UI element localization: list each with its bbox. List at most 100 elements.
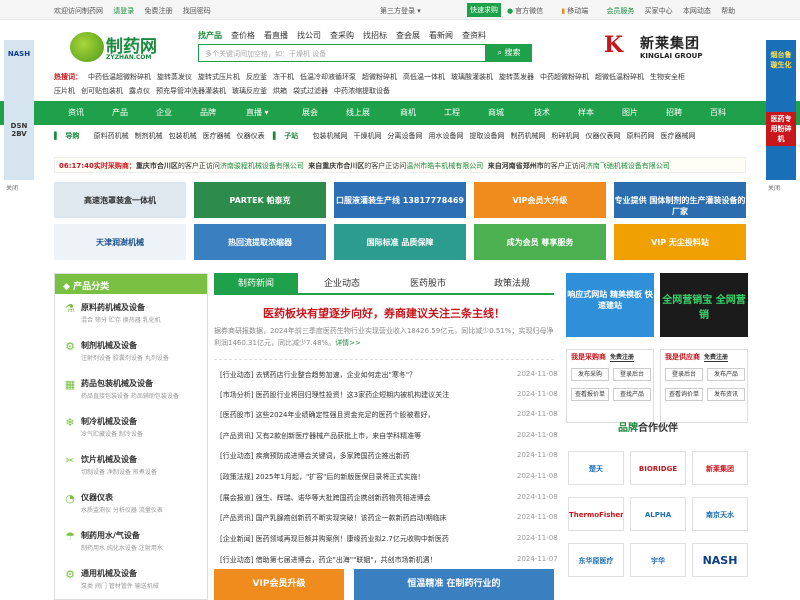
- tab-policy-news[interactable]: 政策法规: [470, 273, 554, 295]
- hot-keyword[interactable]: 超微低温粉碎机: [595, 73, 644, 81]
- site-logo[interactable]: 制药网 ZYZHAN.COM: [70, 32, 180, 72]
- view-quotes-button[interactable]: 查看报价单: [571, 388, 609, 401]
- third-party-login[interactable]: 第三方登录 ▾: [380, 6, 421, 16]
- search-tab[interactable]: 找产品: [198, 31, 222, 40]
- view-inquiries-button[interactable]: 查看询价单: [665, 388, 703, 401]
- ticker-company[interactable]: 济南骏程机械设备有限公司: [220, 162, 304, 170]
- hot-keyword[interactable]: 高低温一体机: [403, 73, 445, 81]
- responsive-site-ad[interactable]: 响应式网站 精美模板 快速建站: [566, 273, 654, 337]
- search-tab[interactable]: 看直播: [264, 31, 288, 40]
- hot-keyword[interactable]: 生物安全柜: [650, 73, 685, 81]
- nav-item[interactable]: 工程: [444, 107, 460, 118]
- publish-purchase-button[interactable]: 发布采购: [571, 368, 609, 381]
- nav-item[interactable]: 图片: [622, 107, 638, 118]
- partner-logo[interactable]: 南京天水: [692, 497, 748, 531]
- news-item[interactable]: [市场分析] 医药股行业将回归理性投资！这3家药企短期内被机构建议关注 2024-…: [220, 390, 558, 400]
- station-link[interactable]: 分离设备网: [387, 132, 422, 140]
- tab-pharma-news[interactable]: 制药新闻: [214, 273, 298, 295]
- station-link[interactable]: 粉碎机网: [551, 132, 579, 140]
- hot-keyword[interactable]: 中药超微粉碎机: [540, 73, 589, 81]
- partner-logo[interactable]: NASH: [692, 543, 748, 577]
- hot-keyword[interactable]: 中药低温超微粉碎机: [88, 73, 151, 81]
- mobile-link[interactable]: ▮ 移动端: [561, 7, 596, 15]
- quick-buy-button[interactable]: 快速求购: [467, 3, 501, 17]
- hot-keyword[interactable]: 烘箱: [273, 87, 287, 95]
- hot-keyword[interactable]: 旋转式压片机: [198, 73, 240, 81]
- guide-link[interactable]: 包装机械: [169, 132, 197, 140]
- hot-keyword[interactable]: 露点仪: [129, 87, 150, 95]
- station-link[interactable]: 干燥机网: [353, 132, 381, 140]
- nav-item[interactable]: 产品: [112, 107, 128, 118]
- news-more-link[interactable]: 详情>>: [335, 339, 361, 347]
- hot-keyword[interactable]: 玻璃酸灌装机: [451, 73, 493, 81]
- news-item[interactable]: [医药股市] 这些2024年业绩确定性强且资金充足的医药个股被看好， 2024-1…: [220, 410, 558, 420]
- search-tab[interactable]: 查资料: [462, 31, 486, 40]
- seller-login-button[interactable]: 登录后台: [665, 368, 703, 381]
- news-center-link[interactable]: 本网动态: [683, 7, 711, 15]
- seller-register-link[interactable]: 免费注册: [704, 354, 729, 362]
- kinglai-ad[interactable]: K 新莱集团 KINGLAI GROUP: [604, 32, 714, 66]
- news-item[interactable]: [行业动态] 借助第七届进博会，药企"出海""联姻"，共创市场新机遇！ 2024-…: [220, 555, 558, 565]
- right-float-ad[interactable]: 烟台鲁璇生化 医药专用粉碎机: [766, 40, 796, 180]
- search-tab[interactable]: 找招标: [363, 31, 387, 40]
- nav-item[interactable]: 直播 ▾: [246, 107, 269, 118]
- nav-item[interactable]: 百科: [710, 107, 726, 118]
- news-item[interactable]: [产品资讯] 国产乳腺癌创新药不断实现突破！该药企一款新药启动I期临床 2024-…: [220, 513, 558, 523]
- guide-link[interactable]: 制剂机械: [135, 132, 163, 140]
- search-input[interactable]: 多个关键词间加空格，如：干燥机 设备: [198, 44, 486, 62]
- banner-ad[interactable]: PARTEK 帕泰克: [194, 182, 326, 218]
- buyer-center-link[interactable]: 买家中心: [645, 7, 673, 15]
- buyer-register-link[interactable]: 免费注册: [610, 354, 635, 362]
- nav-item[interactable]: 线上展: [346, 107, 370, 118]
- partner-logo[interactable]: 宇华: [630, 543, 686, 577]
- find-product-button[interactable]: 查找产品: [613, 388, 651, 401]
- news-headline[interactable]: 医药板块有望逐步向好，券商建议关注三条主线！: [214, 305, 554, 321]
- publish-product-button[interactable]: 发布产品: [707, 368, 745, 381]
- search-button[interactable]: ⌕ 搜索: [486, 44, 532, 62]
- banner-ad[interactable]: 高速泡罩装盒一体机: [54, 182, 186, 218]
- member-service-link[interactable]: 会员服务: [606, 7, 634, 15]
- search-tab[interactable]: 找公司: [297, 31, 321, 40]
- partner-logo[interactable]: 新莱集团: [692, 451, 748, 485]
- nav-item[interactable]: 商城: [488, 107, 504, 118]
- news-item[interactable]: [展会报道] 强生、辉瑞、诺华等大批跨国药企携创新药物亮相进博会 2024-11-…: [220, 493, 558, 503]
- partner-logo[interactable]: 东华原医疗: [568, 543, 624, 577]
- hot-keyword[interactable]: 旋转蒸发器: [499, 73, 534, 81]
- marketing-ad[interactable]: 全网营销宝 全网营销: [660, 273, 748, 337]
- guide-link[interactable]: 仪器仪表: [237, 132, 265, 140]
- station-link[interactable]: 原料药网: [626, 132, 654, 140]
- right-ad-close[interactable]: 关闭: [768, 183, 780, 192]
- banner-ad[interactable]: 成为会员 尊享服务: [474, 224, 606, 260]
- partner-logo[interactable]: 楚天: [568, 451, 624, 485]
- banner-ad[interactable]: 口服液灌装生产线 13817778469: [334, 182, 466, 218]
- hot-keyword[interactable]: 玻璃反应釜: [232, 87, 267, 95]
- banner-ad[interactable]: 热回流提取浓缩器: [194, 224, 326, 260]
- help-link[interactable]: 帮助: [721, 7, 735, 15]
- left-float-ad[interactable]: NASH DSN 2BV: [4, 40, 34, 180]
- news-item[interactable]: [政策法规] 2025年1月起，"扩容"后的新版医保目录将正式实施！ 2024-1…: [220, 472, 558, 482]
- news-bottom-banner-right[interactable]: 恒温精准 在制药行业的: [354, 569, 554, 600]
- hot-keyword[interactable]: 袋式过滤器: [293, 87, 328, 95]
- news-item[interactable]: [企业新闻] 医药领域再现巨额并购案例！康缘药业拟2.7亿元收购中新医药 2024…: [220, 534, 558, 544]
- nav-item[interactable]: 技术: [534, 107, 550, 118]
- hot-keyword[interactable]: 中药浓缩提取设备: [334, 87, 390, 95]
- register-link[interactable]: 免费注册: [144, 7, 172, 15]
- station-link[interactable]: 包装机械网: [312, 132, 347, 140]
- hot-keyword[interactable]: 压片机: [54, 87, 75, 95]
- search-tab[interactable]: 看新闻: [429, 31, 453, 40]
- station-link[interactable]: 仪器仪表网: [585, 132, 620, 140]
- partner-logo[interactable]: ThermoFisher: [568, 497, 624, 531]
- banner-ad[interactable]: 天津润澍机械: [54, 224, 186, 260]
- banner-ad[interactable]: 国际标准 品质保障: [334, 224, 466, 260]
- tab-company-news[interactable]: 企业动态: [300, 273, 384, 295]
- banner-ad[interactable]: VIP 无尘投料站: [614, 224, 746, 260]
- ticker-company[interactable]: 温州市皓丰机械有限公司: [406, 162, 483, 170]
- banner-ad[interactable]: VIP会员大升级: [474, 182, 606, 218]
- hot-keyword[interactable]: 创可贴包装机: [81, 87, 123, 95]
- hot-keyword[interactable]: 超微粉碎机: [362, 73, 397, 81]
- tab-stock-news[interactable]: 医药股市: [386, 273, 470, 295]
- news-item[interactable]: [产品资讯] 又有2款创新医疗器械产品获批上市，来自学科精准等 2024-11-0…: [220, 431, 558, 441]
- buyer-login-button[interactable]: 登录后台: [613, 368, 651, 381]
- partner-logo[interactable]: BIORIDGE: [630, 451, 686, 485]
- search-tab[interactable]: 查采购: [330, 31, 354, 40]
